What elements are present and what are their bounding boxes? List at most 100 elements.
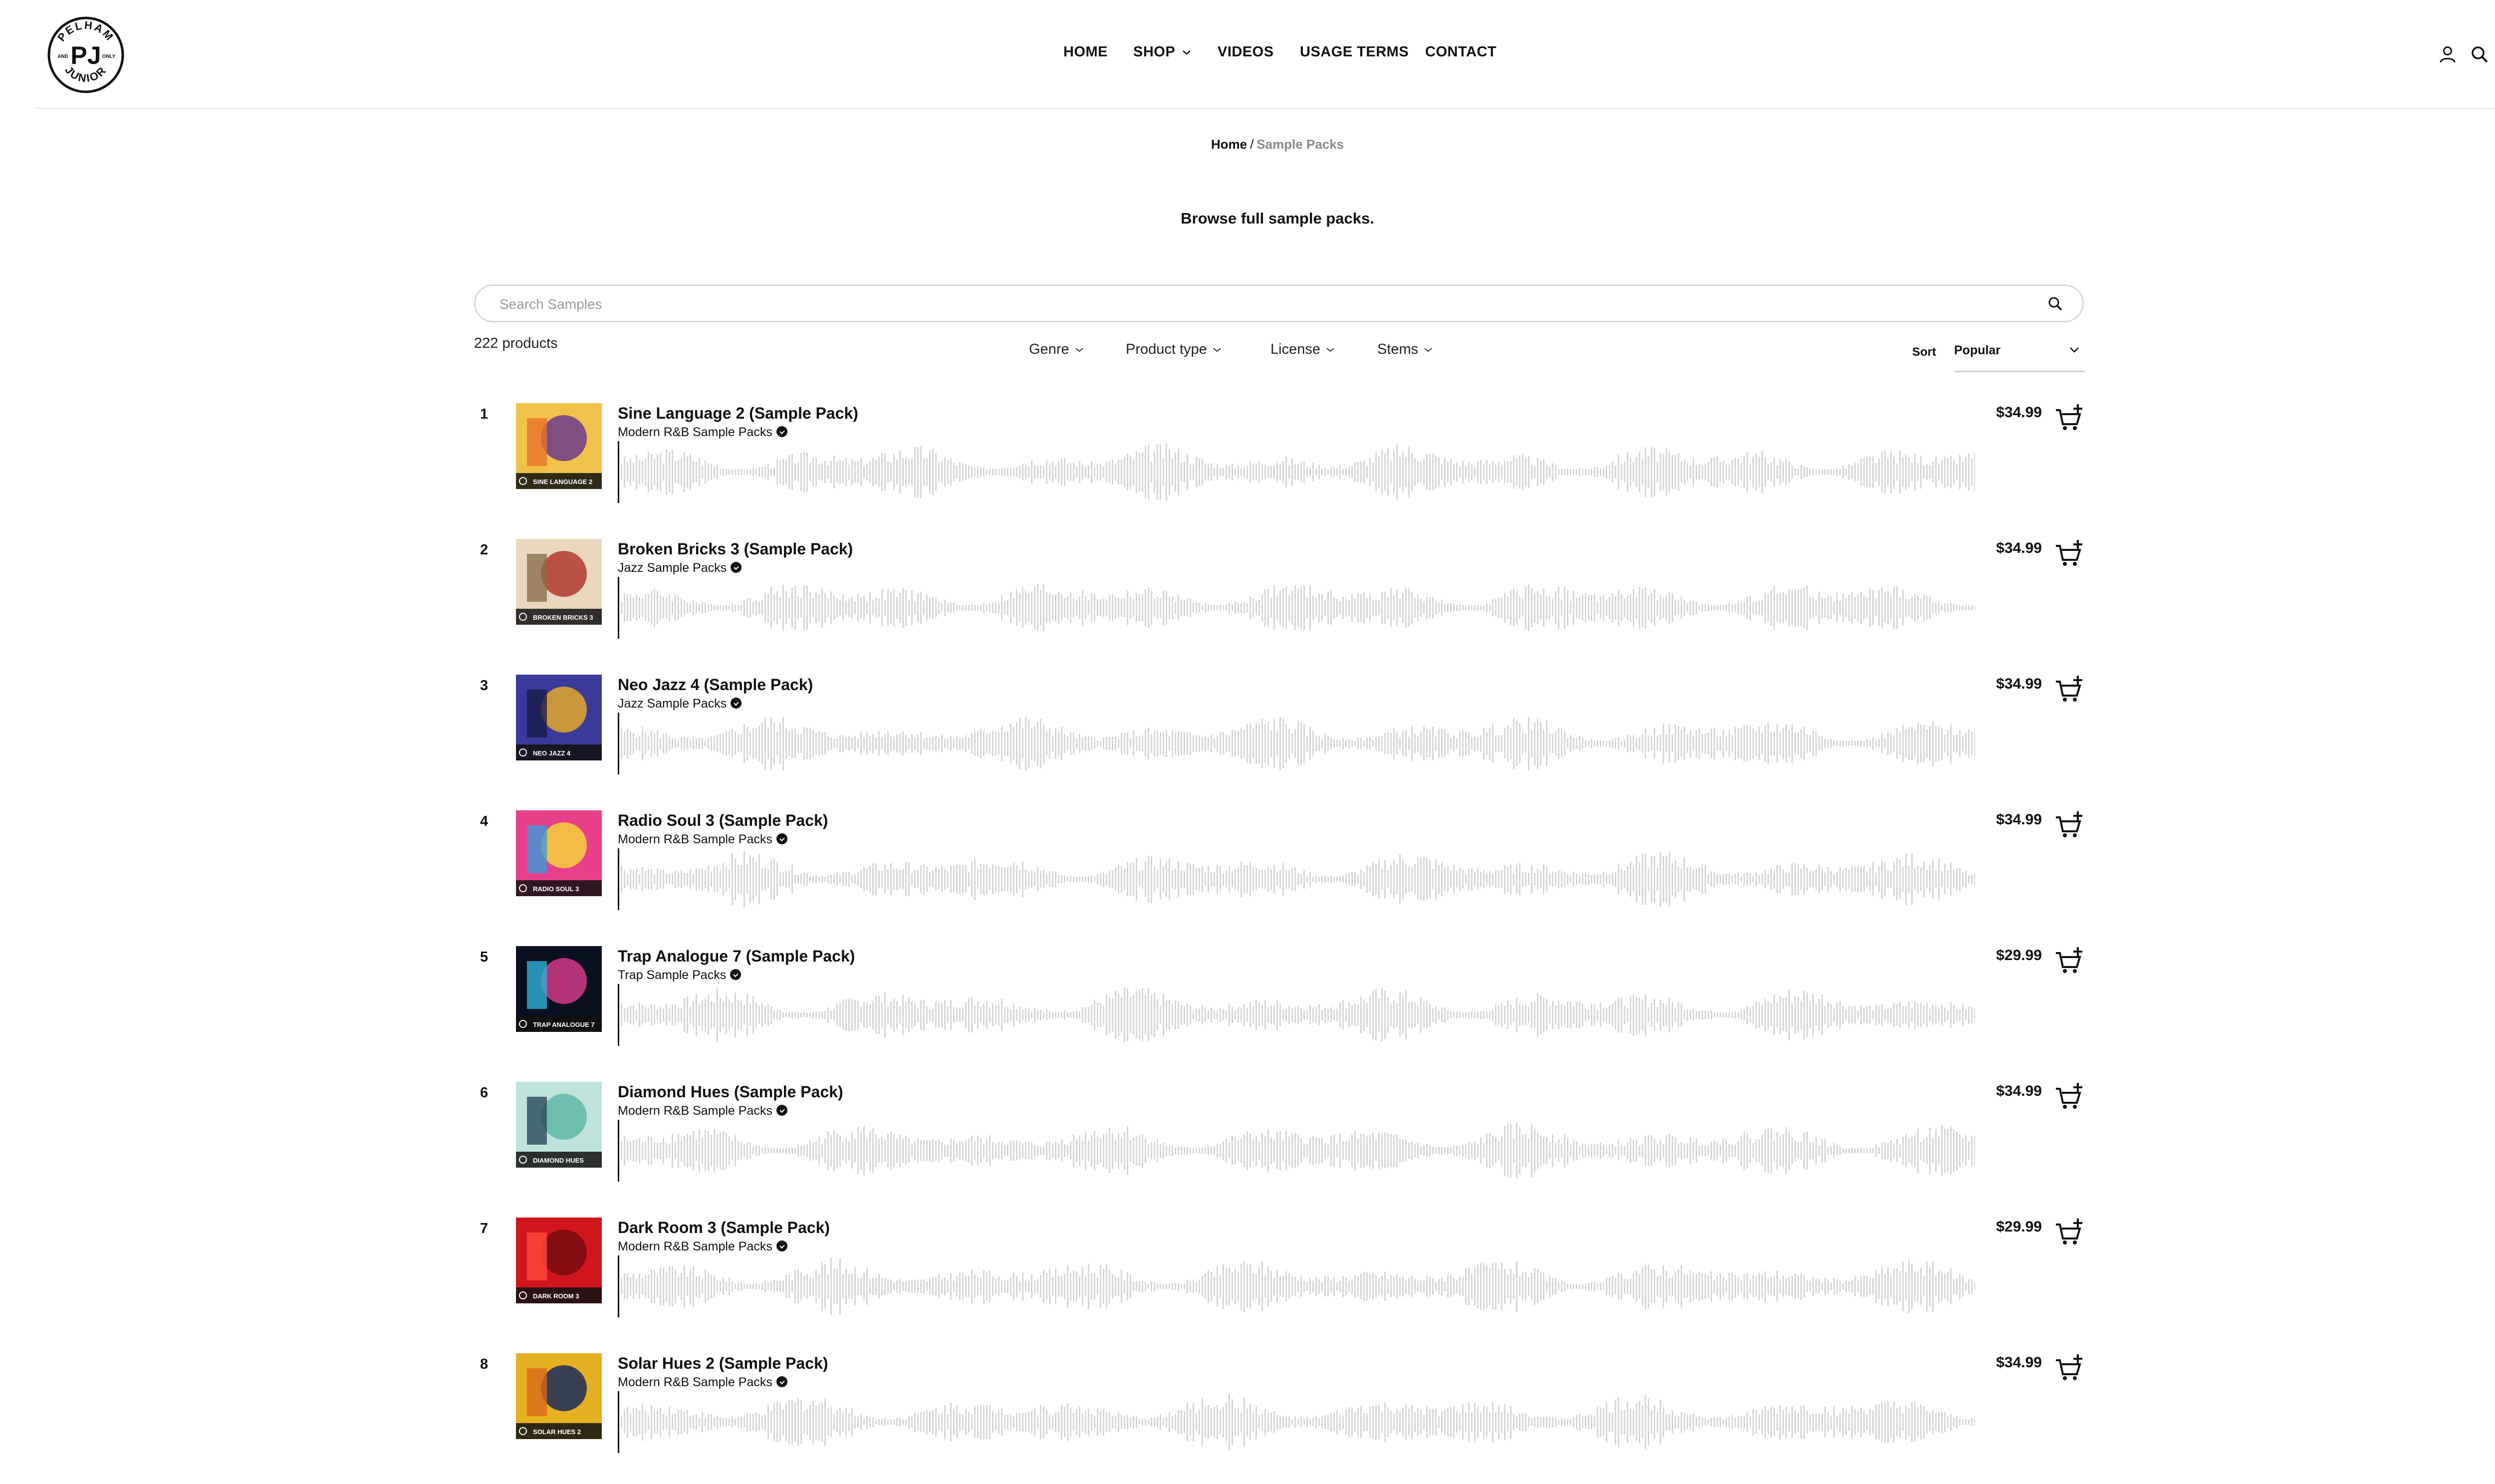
category-label: Modern R&B Sample Packs <box>618 425 772 439</box>
product-category[interactable]: Jazz Sample Packs <box>618 697 742 711</box>
playhead[interactable] <box>618 1120 619 1182</box>
product-price: $34.99 <box>1996 811 2042 828</box>
product-index: 6 <box>480 1085 489 1101</box>
playhead[interactable] <box>618 984 619 1046</box>
waveform-player[interactable] <box>618 1255 1976 1317</box>
nav-home[interactable]: HOME <box>1063 44 1108 60</box>
product-cover[interactable]: BROKEN BRICKS 3 <box>516 539 602 625</box>
main-nav: HOME SHOP VIDEOS USAGE TERMS CONTACT <box>0 44 2495 64</box>
breadcrumb-home[interactable]: Home <box>1211 137 1247 152</box>
product-price: $34.99 <box>1996 1354 2042 1371</box>
playhead[interactable] <box>618 441 619 503</box>
cover-text: TRAP ANALOGUE 7 <box>533 1021 595 1028</box>
product-title[interactable]: Sine Language 2 (Sample Pack) <box>618 404 858 423</box>
product-row[interactable]: 5 TRAP ANALOGUE 7 Trap Analogue 7 (Sampl… <box>474 942 2084 1077</box>
product-category[interactable]: Modern R&B Sample Packs <box>618 832 787 847</box>
product-category[interactable]: Modern R&B Sample Packs <box>618 425 787 440</box>
filter-license-label: License <box>1270 341 1320 357</box>
product-cover[interactable]: TRAP ANALOGUE 7 <box>516 946 602 1032</box>
product-cover[interactable]: RADIO SOUL 3 <box>516 810 602 896</box>
waveform <box>621 443 1976 501</box>
playhead[interactable] <box>618 1391 619 1453</box>
account-icon[interactable] <box>2438 45 2457 64</box>
product-row[interactable]: 6 DIAMOND HUES Diamond Hues (Sample Pack… <box>474 1078 2084 1213</box>
product-cover[interactable]: DARK ROOM 3 <box>516 1218 602 1303</box>
playhead[interactable] <box>618 713 619 774</box>
product-category[interactable]: Modern R&B Sample Packs <box>618 1239 787 1254</box>
waveform <box>621 1393 1976 1451</box>
category-label: Jazz Sample Packs <box>618 561 727 575</box>
product-cover-art: DARK ROOM 3 <box>516 1218 602 1303</box>
nav-usage-terms[interactable]: USAGE TERMS <box>1300 44 1409 60</box>
product-row[interactable]: 3 NEO JAZZ 4 Neo Jazz 4 (Sample Pack) Ja… <box>474 671 2084 805</box>
product-cover[interactable]: SOLAR HUES 2 <box>516 1353 602 1439</box>
cover-text: DARK ROOM 3 <box>533 1292 579 1300</box>
filter-stems-label: Stems <box>1377 341 1419 357</box>
product-price: $29.99 <box>1996 947 2042 964</box>
playhead[interactable] <box>618 848 619 910</box>
add-to-cart-icon[interactable] <box>2054 810 2084 840</box>
product-title[interactable]: Diamond Hues (Sample Pack) <box>618 1083 843 1101</box>
product-cover-art: SINE LANGUAGE 2 <box>516 403 602 489</box>
product-title[interactable]: Neo Jazz 4 (Sample Pack) <box>618 676 813 694</box>
search-submit-icon[interactable] <box>2047 296 2063 312</box>
product-title[interactable]: Radio Soul 3 (Sample Pack) <box>618 811 828 830</box>
product-title[interactable]: Dark Room 3 (Sample Pack) <box>618 1219 830 1237</box>
add-to-cart-icon[interactable] <box>2054 1353 2084 1383</box>
filter-genre[interactable]: Genre <box>1029 341 1084 358</box>
add-to-cart-icon[interactable] <box>2054 675 2084 705</box>
waveform-player[interactable] <box>618 984 1976 1046</box>
category-label: Modern R&B Sample Packs <box>618 832 772 846</box>
add-to-cart-icon[interactable] <box>2054 1218 2084 1247</box>
product-row[interactable]: 8 SOLAR HUES 2 Solar Hues 2 (Sample Pack… <box>474 1349 2084 1484</box>
add-to-cart-icon[interactable] <box>2054 946 2084 976</box>
sort-select[interactable]: Popular <box>1954 337 2085 372</box>
playhead[interactable] <box>618 577 619 639</box>
filter-product-type[interactable]: Product type <box>1126 341 1222 358</box>
product-row[interactable]: 4 RADIO SOUL 3 Radio Soul 3 (Sample Pack… <box>474 806 2084 941</box>
chevron-down-icon <box>2070 347 2079 353</box>
product-category[interactable]: Jazz Sample Packs <box>618 561 742 575</box>
nav-videos[interactable]: VIDEOS <box>1218 44 1274 60</box>
product-cover[interactable]: DIAMOND HUES <box>516 1082 602 1168</box>
filter-license[interactable]: License <box>1270 341 1335 358</box>
search-input[interactable] <box>499 293 2022 316</box>
nav-contact[interactable]: CONTACT <box>1425 44 1497 60</box>
product-row[interactable]: 7 DARK ROOM 3 Dark Room 3 (Sample Pack) … <box>474 1214 2084 1348</box>
add-to-cart-icon[interactable] <box>2054 1082 2084 1112</box>
nav-shop[interactable]: SHOP <box>1133 44 1191 60</box>
product-cover-art: RADIO SOUL 3 <box>516 810 602 896</box>
product-index: 4 <box>480 813 489 829</box>
product-cover[interactable]: SINE LANGUAGE 2 <box>516 403 602 489</box>
category-label: Modern R&B Sample Packs <box>618 1375 772 1389</box>
waveform-player[interactable] <box>618 441 1976 503</box>
waveform-player[interactable] <box>618 1391 1976 1453</box>
product-cover[interactable]: NEO JAZZ 4 <box>516 675 602 760</box>
product-cover-art: BROKEN BRICKS 3 <box>516 539 602 625</box>
add-to-cart-icon[interactable] <box>2054 403 2084 433</box>
filter-stems[interactable]: Stems <box>1377 341 1433 358</box>
product-title[interactable]: Broken Bricks 3 (Sample Pack) <box>618 540 853 558</box>
waveform-player[interactable] <box>618 1120 1976 1182</box>
breadcrumb: Home / Sample Packs <box>0 137 2495 152</box>
breadcrumb-current: Sample Packs <box>1256 137 1344 152</box>
product-row[interactable]: 2 BROKEN BRICKS 3 Broken Bricks 3 (Sampl… <box>474 535 2084 670</box>
chevron-down-icon <box>1183 50 1191 55</box>
waveform <box>621 1123 1976 1179</box>
product-category[interactable]: Modern R&B Sample Packs <box>618 1104 787 1118</box>
product-category[interactable]: Trap Sample Packs <box>618 968 742 983</box>
cover-text: DIAMOND HUES <box>533 1157 584 1164</box>
add-to-cart-icon[interactable] <box>2054 539 2084 569</box>
product-category[interactable]: Modern R&B Sample Packs <box>618 1375 787 1390</box>
waveform-player[interactable] <box>618 577 1976 639</box>
waveform <box>621 988 1976 1042</box>
sort-label: Sort <box>1912 345 1936 359</box>
product-row[interactable]: 1 SINE LANGUAGE 2 Sine Language 2 (Sampl… <box>474 399 2084 534</box>
waveform-player[interactable] <box>618 713 1976 774</box>
playhead[interactable] <box>618 1255 619 1317</box>
product-title[interactable]: Solar Hues 2 (Sample Pack) <box>618 1354 828 1373</box>
product-title[interactable]: Trap Analogue 7 (Sample Pack) <box>618 947 855 966</box>
waveform <box>621 584 1976 632</box>
search-icon[interactable] <box>2470 45 2489 64</box>
waveform-player[interactable] <box>618 848 1976 910</box>
